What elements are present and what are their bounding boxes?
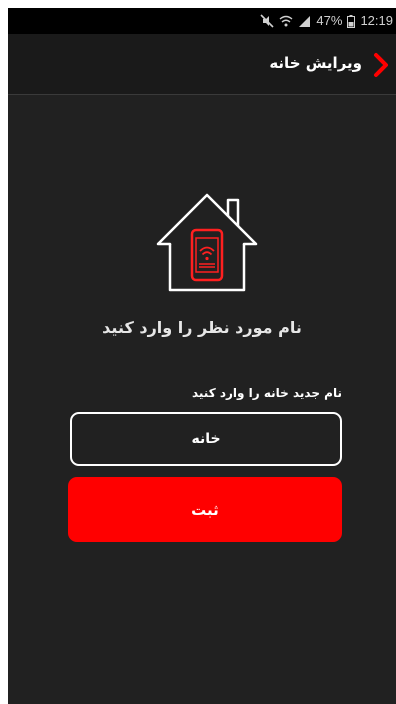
smart-home-device-icon xyxy=(148,186,266,296)
battery-icon xyxy=(347,14,356,28)
battery-percent: 47% xyxy=(316,13,343,28)
status-bar: 47% 12:19 xyxy=(8,8,396,34)
back-button[interactable] xyxy=(370,52,392,78)
name-field-label: نام جدید خانه را وارد کنید xyxy=(191,386,342,400)
signal-icon xyxy=(298,15,311,28)
wifi-icon xyxy=(279,14,293,28)
mute-icon xyxy=(260,14,274,28)
home-name-input[interactable] xyxy=(70,412,342,466)
clock: 12:19 xyxy=(360,13,393,28)
page-title: ویرایش خانه xyxy=(269,54,362,72)
chevron-right-icon xyxy=(374,53,388,77)
app-screen: 47% 12:19 ویرایش خانه نام مورد نظر را وا… xyxy=(8,8,396,704)
app-bar: ویرایش خانه xyxy=(8,34,396,95)
status-icons: 47% 12:19 xyxy=(260,13,393,29)
submit-button[interactable]: ثبت xyxy=(68,477,342,542)
prompt-title: نام مورد نظر را وارد کنید xyxy=(102,318,302,337)
